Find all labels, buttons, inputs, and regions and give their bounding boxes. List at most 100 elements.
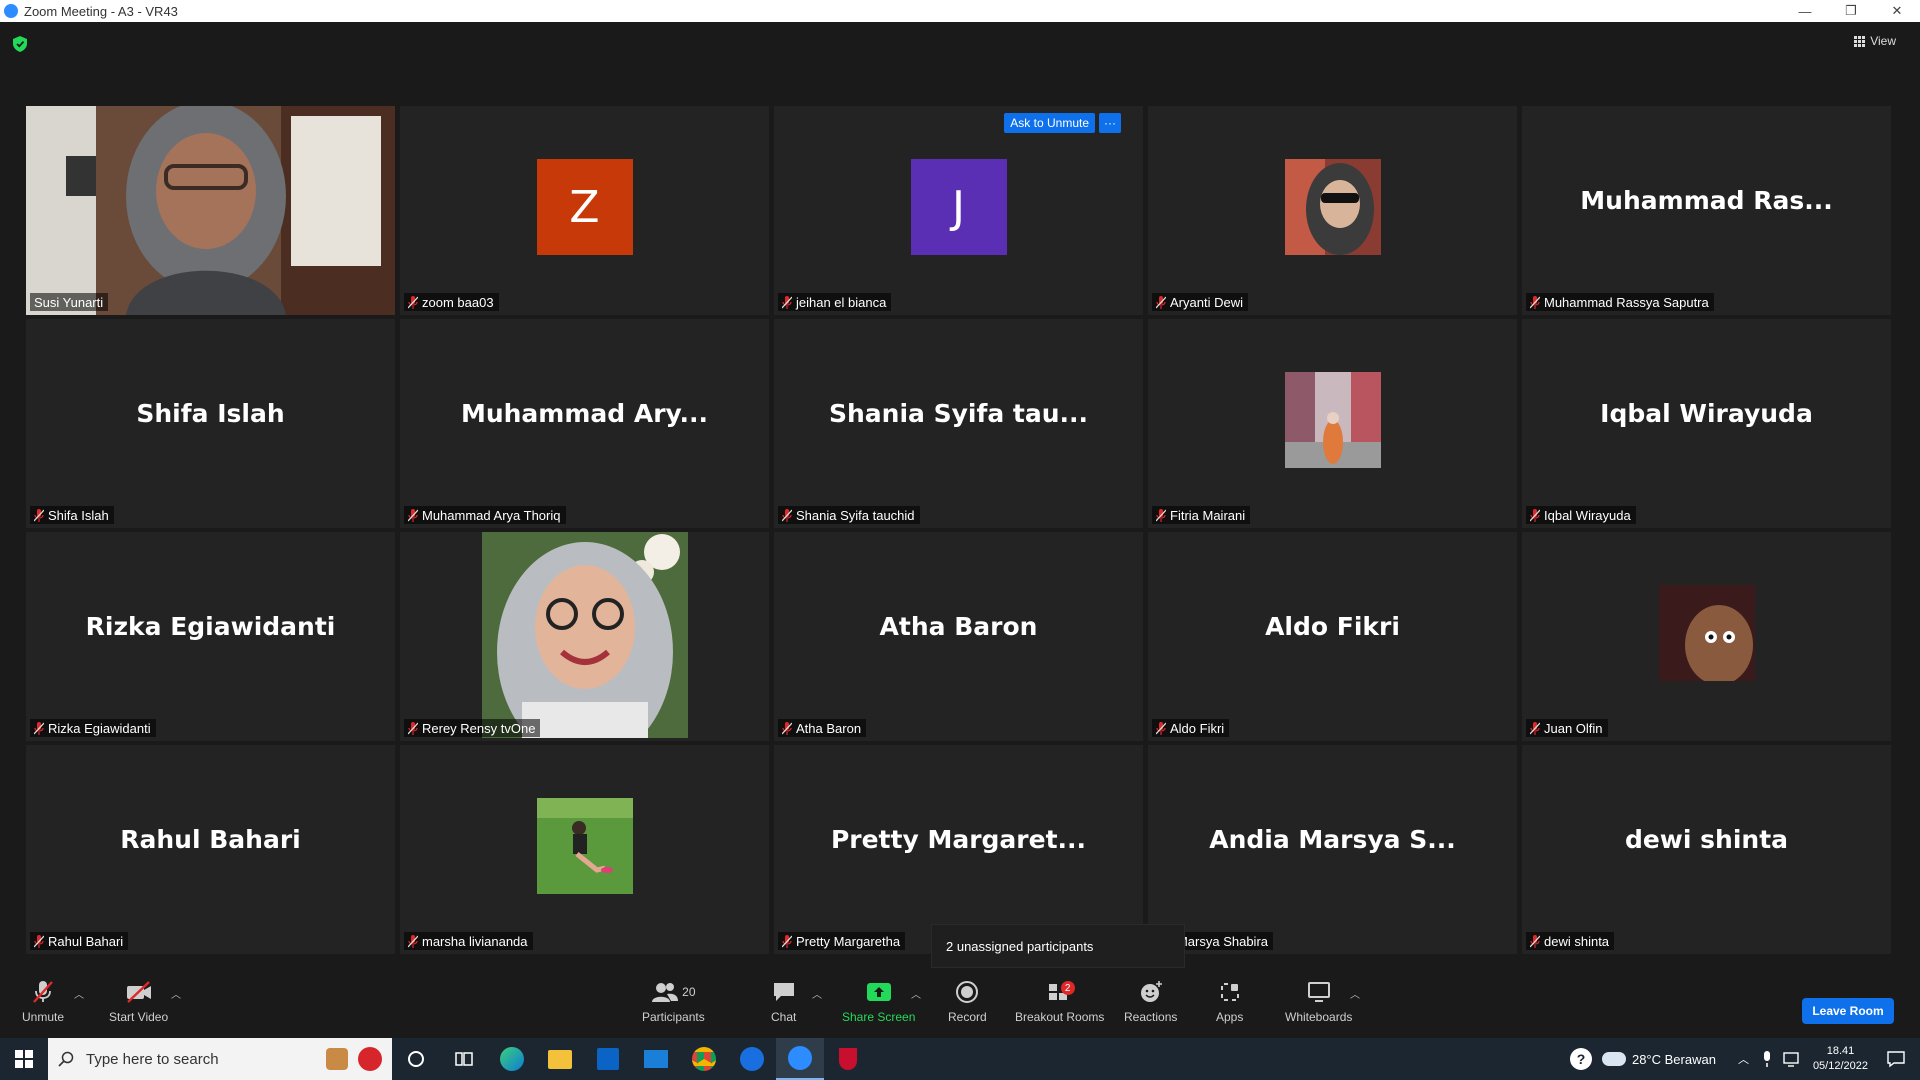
chat-button[interactable]: Chat <box>771 980 796 1024</box>
notifications-icon[interactable] <box>1886 1050 1906 1068</box>
mic-muted-icon <box>34 721 44 735</box>
record-icon <box>956 981 979 1003</box>
video-camera-off-icon <box>126 981 151 1003</box>
participant-name-tag: Muhammad Rassya Saputra <box>1526 293 1714 311</box>
participant-tile[interactable]: Aryanti Dewi <box>1148 106 1517 315</box>
leave-room-button[interactable]: Leave Room <box>1802 998 1894 1024</box>
whiteboards-options-caret[interactable]: ︿ <box>1350 986 1360 1001</box>
participant-display-name: Rahul Bahari <box>120 825 301 854</box>
share-screen-button[interactable]: Share Screen <box>842 980 915 1024</box>
record-button[interactable]: Record <box>948 980 987 1024</box>
whiteboards-button[interactable]: Whiteboards <box>1285 980 1352 1024</box>
start-button[interactable] <box>0 1038 48 1080</box>
mic-muted-icon <box>1156 721 1166 735</box>
participant-avatar: Z <box>536 159 633 255</box>
microphone-tray-icon[interactable] <box>1761 1051 1773 1067</box>
participant-tile[interactable]: Zzoom baa03 <box>400 106 769 315</box>
more-options-button[interactable]: ··· <box>1099 113 1121 133</box>
taskbar-store[interactable] <box>584 1038 632 1080</box>
windows-logo-icon <box>15 1050 33 1068</box>
participant-tile[interactable]: Atha Baron Atha Baron <box>774 532 1143 741</box>
participant-tile[interactable]: Susi Yunarti <box>26 106 395 315</box>
participant-avatar: J <box>910 159 1007 255</box>
taskbar-search-box[interactable]: Type here to search <box>48 1038 392 1080</box>
profile-photo <box>1284 372 1381 468</box>
cortana-button[interactable] <box>392 1038 440 1080</box>
participant-photo <box>481 532 688 741</box>
close-button[interactable]: ✕ <box>1874 0 1920 22</box>
unmute-button[interactable]: Unmute <box>22 980 64 1024</box>
participant-tile[interactable]: Shifa Islah Shifa Islah <box>26 319 395 528</box>
taskbar-chrome[interactable] <box>680 1038 728 1080</box>
participant-tile[interactable]: Iqbal Wirayuda Iqbal Wirayuda <box>1522 319 1891 528</box>
start-video-button[interactable]: Start Video <box>109 980 168 1024</box>
microphone-muted-icon <box>33 981 53 1003</box>
participant-name: jeihan el bianca <box>796 294 887 310</box>
participant-tile[interactable]: Andia Marsya S... dia Marsya Shabira <box>1148 745 1517 954</box>
participant-tile[interactable]: Rahul Bahari Rahul Bahari <box>26 745 395 954</box>
chat-options-caret[interactable]: ︿ <box>812 986 822 1001</box>
clock[interactable]: 18.41 05/12/2022 <box>1813 1044 1868 1074</box>
zoom-logo-icon <box>4 4 18 18</box>
participant-tile[interactable]: Shania Syifa tau... Shania Syifa tauchid <box>774 319 1143 528</box>
minimize-button[interactable]: — <box>1782 0 1828 22</box>
cortana-circle-icon <box>408 1051 424 1067</box>
participant-name-tag: jeihan el bianca <box>778 293 892 311</box>
participant-tile[interactable]: J Ask to Unmute ··· jeihan el bianca <box>774 106 1143 315</box>
gingerbread-icon <box>326 1048 348 1070</box>
participant-display-name: Pretty Margaret... <box>830 825 1087 854</box>
participant-name-tag: Shania Syifa tauchid <box>778 506 920 524</box>
video-options-caret[interactable]: ︿ <box>171 986 181 1001</box>
participant-tile[interactable]: Muhammad Ary... Muhammad Arya Thoriq <box>400 319 769 528</box>
participant-photo <box>1658 585 1755 685</box>
audio-options-caret[interactable]: ︿ <box>74 986 84 1001</box>
taskbar-zoom[interactable] <box>776 1038 824 1080</box>
taskbar-mail[interactable] <box>632 1038 680 1080</box>
taskbar-teamviewer[interactable] <box>728 1038 776 1080</box>
participant-tile[interactable]: Muhammad Ras... Muhammad Rassya Saputra <box>1522 106 1891 315</box>
mic-muted-icon <box>408 508 418 522</box>
profile-photo <box>536 798 633 894</box>
participant-tile[interactable]: Rizka Egiawidanti Rizka Egiawidanti <box>26 532 395 741</box>
taskbar-edge[interactable] <box>488 1038 536 1080</box>
participant-photo <box>1284 372 1381 468</box>
weather-text[interactable]: 28°C Berawan <box>1632 1052 1716 1067</box>
security-shield-icon[interactable] <box>13 36 27 52</box>
participant-tile[interactable]: Pretty Margaret... Pretty Margaretha <box>774 745 1143 954</box>
share-options-caret[interactable]: ︿ <box>911 986 921 1001</box>
participant-tile[interactable]: Rerey Rensy tvOne <box>400 532 769 741</box>
apps-button[interactable]: Apps <box>1216 980 1243 1024</box>
tile-action-buttons: Ask to Unmute ··· <box>1004 113 1121 133</box>
mic-muted-icon <box>782 934 792 948</box>
participant-name: dewi shinta <box>1544 933 1610 949</box>
zoom-app-icon <box>788 1046 812 1070</box>
chrome-icon <box>692 1047 716 1071</box>
breakout-rooms-button[interactable]: 2 Breakout Rooms <box>1015 980 1104 1024</box>
participant-name-tag: Rerey Rensy tvOne <box>404 719 541 737</box>
task-view-button[interactable] <box>440 1038 488 1080</box>
participant-tile[interactable]: Aldo Fikri Aldo Fikri <box>1148 532 1517 741</box>
participant-name-tag: dewi shinta <box>1526 932 1615 950</box>
grid-view-icon <box>1854 35 1866 47</box>
record-label: Record <box>948 1010 987 1024</box>
participant-tile[interactable]: Juan Olfin <box>1522 532 1891 741</box>
participant-name: Shania Syifa tauchid <box>796 507 915 523</box>
participants-button[interactable]: 20 Participants <box>642 980 705 1024</box>
participant-name: Muhammad Arya Thoriq <box>422 507 561 523</box>
network-icon[interactable] <box>1783 1051 1801 1067</box>
mic-muted-icon <box>1156 295 1166 309</box>
participant-tile[interactable]: dewi shinta dewi shinta <box>1522 745 1891 954</box>
participant-tile[interactable]: Fitria Mairani <box>1148 319 1517 528</box>
help-icon[interactable]: ? <box>1569 1048 1592 1070</box>
participant-name: Rerey Rensy tvOne <box>422 720 536 736</box>
participant-tile[interactable]: marsha liviananda <box>400 745 769 954</box>
ask-to-unmute-button[interactable]: Ask to Unmute <box>1004 113 1095 133</box>
taskbar-mcafee[interactable] <box>824 1038 872 1080</box>
reactions-button[interactable]: Reactions <box>1124 980 1177 1024</box>
taskbar-explorer[interactable] <box>536 1038 584 1080</box>
view-button[interactable]: View <box>1854 34 1896 48</box>
tray-expand-chevron-icon[interactable]: ︿ <box>1738 1051 1749 1067</box>
mic-muted-icon <box>1530 508 1540 522</box>
restore-button[interactable]: ❐ <box>1828 0 1874 22</box>
participant-name: marsha liviananda <box>422 933 528 949</box>
